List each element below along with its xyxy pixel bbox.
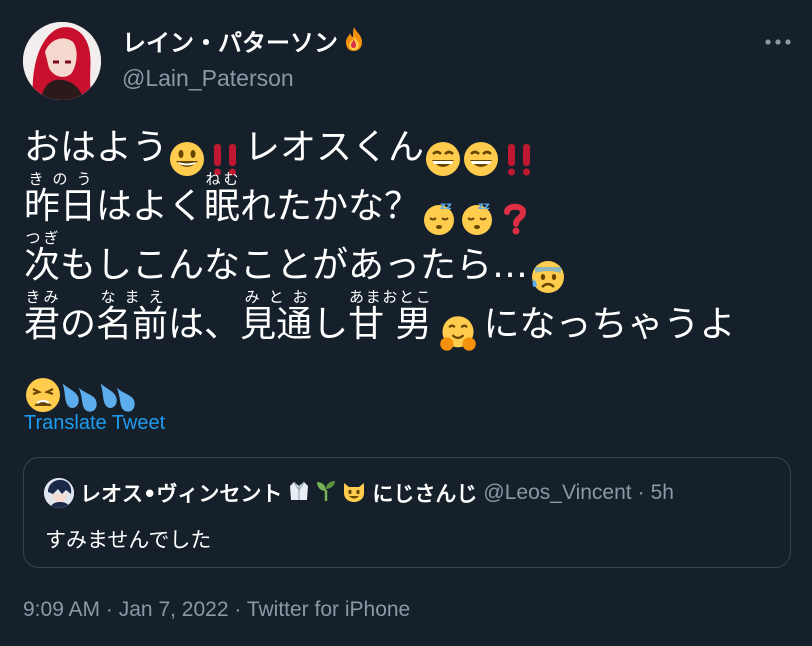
grinning-squinting-face-icon <box>464 142 499 176</box>
quoted-tweet-header: レオス•ヴィンセント にじさんじ @Leos_Vincent · 5h <box>44 478 674 508</box>
sleeping-face-icon: zz <box>424 201 455 235</box>
ruby-kinou: 昨日きのう <box>24 170 97 227</box>
double-exclamation-icon <box>508 144 531 176</box>
text-segment: レオスくん <box>244 127 425 168</box>
text-segment: おはよう <box>24 127 169 168</box>
svg-text:zz: zz <box>478 201 490 212</box>
weary-face-icon <box>26 378 60 412</box>
text-segment: はよく <box>96 186 205 227</box>
tweet-line-4: 君きみ の 名前なまえ は、 見通みとお し 甘 男あまおとこ になっちゃうよ <box>24 288 804 354</box>
tweet-text: おはよう レオスくん 昨日きのう はよく 眠ねむ れたかな？ zz zz 次つぎ… <box>24 118 804 413</box>
anxious-face-sweat-icon <box>532 261 565 293</box>
ruby-amaotoko: 甘 男あまおとこ <box>348 288 432 345</box>
quoted-tweet-text: すみませんでした <box>45 528 212 552</box>
quoted-author-avatar[interactable] <box>44 478 74 508</box>
author-display-name[interactable]: レイン・パターソン <box>122 26 366 60</box>
text-segment: れたかな？ <box>240 186 421 227</box>
quoted-author-name-suffix: にじさんじ <box>372 482 478 506</box>
quoted-tweet[interactable]: レオス•ヴィンセント にじさんじ @Leos_Vincent · 5h すみませ… <box>23 457 791 568</box>
text-segment: もしこんなことがあったら… <box>60 245 529 286</box>
svg-text:zz: zz <box>440 201 452 212</box>
ruby-kimi: 君きみ <box>24 288 61 345</box>
fire-icon <box>342 26 366 60</box>
sweat-droplets-icon <box>101 383 135 412</box>
tweet-line-2: 昨日きのう はよく 眠ねむ れたかな？ zz zz <box>24 170 804 236</box>
separator-dot: · <box>234 598 242 621</box>
tweet-line-1: おはよう レオスくん <box>24 118 804 177</box>
tweet-line-3: 次つぎ もしこんなことがあったら… <box>24 229 804 295</box>
tweet-time[interactable]: 9:09 AM <box>23 598 100 621</box>
separator-dot: · <box>637 481 645 504</box>
quoted-author-handle: @Leos_Vincent <box>483 481 632 504</box>
text-segment: の <box>60 304 97 345</box>
tweet-line-5 <box>24 354 804 413</box>
grinning-cat-icon <box>342 479 366 507</box>
author-name-text: レイン・パターソン <box>122 29 338 57</box>
tweet: レイン・パターソン @Lain_Paterson おはよう レオスくん 昨日きの… <box>0 0 812 646</box>
text-segment: し <box>312 304 349 345</box>
quoted-author-name: レオス•ヴィンセント <box>80 482 283 506</box>
tweet-date[interactable]: Jan 7, 2022 <box>119 598 229 621</box>
quoted-tweet-time[interactable]: 5h <box>651 481 674 505</box>
ruby-mitoo: 見通みとお <box>240 288 313 345</box>
author-handle[interactable]: @Lain_Paterson <box>122 63 366 93</box>
tweet-metadata: 9:09 AM · Jan 7, 2022 · Twitter for iPho… <box>23 598 410 622</box>
question-mark-icon <box>504 203 527 235</box>
author-block: レイン・パターソン @Lain_Paterson <box>122 26 366 93</box>
ruby-namae: 名前なまえ <box>96 288 169 345</box>
text-segment: になっちゃうよ <box>483 304 736 345</box>
grinning-face-icon <box>170 142 205 176</box>
seedling-icon <box>316 480 336 506</box>
author-avatar[interactable] <box>23 22 101 100</box>
translate-tweet-link[interactable]: Translate Tweet <box>24 412 165 435</box>
separator-dot: · <box>105 598 113 621</box>
sleeping-face-icon: zz <box>462 201 493 235</box>
ruby-tsugi: 次つぎ <box>24 229 61 286</box>
grinning-squinting-face-icon <box>426 142 461 176</box>
sweat-droplets-icon <box>63 383 97 412</box>
text-segment: は、 <box>168 304 241 345</box>
hugging-face-icon <box>439 316 476 351</box>
ruby-nemu: 眠ねむ <box>204 170 241 227</box>
tweet-source[interactable]: Twitter for iPhone <box>247 598 410 621</box>
lab-coat-icon <box>288 480 310 506</box>
more-options-icon[interactable] <box>764 30 792 54</box>
